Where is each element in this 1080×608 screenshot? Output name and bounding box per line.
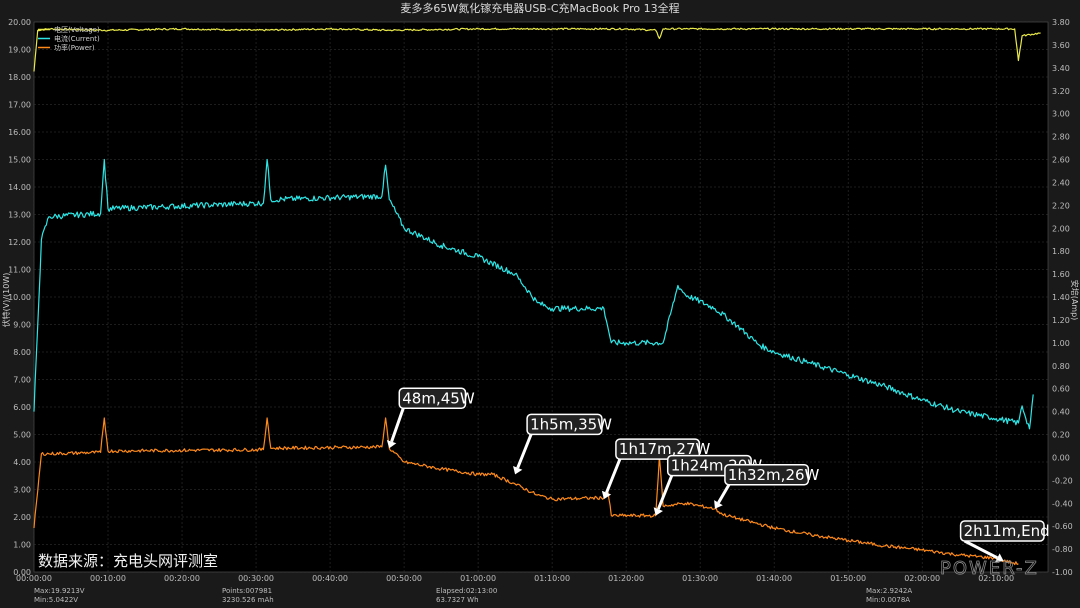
- y-right-tick-label: -0.60: [1052, 522, 1073, 531]
- x-tick-label: 00:10:00: [90, 574, 126, 583]
- y-right-tick-label: -0.20: [1052, 476, 1073, 485]
- stat-current-min: Min:0.0078A: [866, 596, 910, 604]
- y-left-tick-label: 14.00: [8, 183, 31, 192]
- charging-chart: 麦多多65W氮化镓充电器USB-C充MacBook Pro 13全程 0.00 1…: [0, 0, 1080, 608]
- legend-entry: 电流(Current): [54, 34, 100, 43]
- stat-elapsed: Elapsed:02:13:00: [436, 587, 497, 595]
- y-left-tick-label: 19.00: [8, 46, 31, 55]
- y-right-tick-label: 3.00: [1052, 110, 1070, 119]
- x-tick-label: 00:40:00: [312, 574, 348, 583]
- chart-title: 麦多多65W氮化镓充电器USB-C充MacBook Pro 13全程: [400, 1, 679, 15]
- y-right-tick-label: 0.20: [1052, 431, 1070, 440]
- y-right-tick-label: 3.40: [1052, 64, 1070, 73]
- stat-capacity: 3230.526 mAh: [222, 596, 274, 604]
- x-tick-label: 00:50:00: [386, 574, 422, 583]
- annotation-label: 2h11m,End: [964, 522, 1050, 540]
- x-tick-label: 01:10:00: [534, 574, 570, 583]
- stat-current-max: Max:2.9242A: [866, 587, 912, 595]
- legend-entry: 功率(Power): [54, 43, 95, 52]
- y-axis-right-label: 安培(Amp): [1070, 280, 1080, 321]
- y-right-tick-label: 3.80: [1052, 18, 1070, 27]
- stat-energy: 63.7327 Wh: [436, 596, 479, 604]
- x-tick-label: 00:20:00: [164, 574, 200, 583]
- y-left-tick-label: 16.00: [8, 128, 31, 137]
- legend-entry: 电压(Voltage): [54, 25, 100, 34]
- y-right-tick-label: 2.80: [1052, 133, 1070, 142]
- x-tick-label: 01:20:00: [608, 574, 644, 583]
- y-right-tick-label: 0.40: [1052, 408, 1070, 417]
- y-right-tick-label: 2.00: [1052, 224, 1070, 233]
- y-left-tick-label: 15.00: [8, 156, 31, 165]
- x-tick-label: 00:00:00: [16, 574, 52, 583]
- y-right-tick-label: 1.20: [1052, 316, 1070, 325]
- y-left-tick-label: 4.00: [13, 458, 31, 467]
- y-left-tick-label: 12.00: [8, 238, 31, 247]
- x-tick-label: 00:30:00: [238, 574, 274, 583]
- y-right-tick-label: -1.00: [1052, 568, 1073, 577]
- y-left-tick-label: 10.00: [8, 293, 31, 302]
- y-right-tick-label: 3.20: [1052, 87, 1070, 96]
- y-right-tick-label: 1.40: [1052, 293, 1070, 302]
- y-right-tick-label: 1.80: [1052, 247, 1070, 256]
- y-left-tick-label: 13.00: [8, 211, 31, 220]
- stat-voltage-max: Max:19.9213V: [34, 587, 85, 595]
- y-right-tick-label: 3.60: [1052, 41, 1070, 50]
- y-right-tick-label: 2.40: [1052, 178, 1070, 187]
- annotation-label: 1h5m,35W: [530, 415, 612, 433]
- y-right-tick-label: 0.00: [1052, 453, 1070, 462]
- x-tick-label: 01:00:00: [460, 574, 496, 583]
- annotation-label: 1h32m,26W: [728, 466, 820, 484]
- y-right-tick-label: 0.60: [1052, 385, 1070, 394]
- y-left-tick-label: 2.00: [13, 513, 31, 522]
- y-left-tick-label: 8.00: [13, 348, 31, 357]
- x-tick-label: 01:30:00: [682, 574, 718, 583]
- annotation-label: 48m,45W: [402, 389, 475, 407]
- y-left-tick-label: 9.00: [13, 321, 31, 330]
- y-left-tick-label: 20.00: [8, 18, 31, 27]
- y-left-tick-label: 6.00: [13, 403, 31, 412]
- x-tick-label: 01:50:00: [830, 574, 866, 583]
- y-right-tick-label: -0.40: [1052, 499, 1073, 508]
- y-left-tick-label: 11.00: [8, 266, 31, 275]
- y-right-tick-label: 2.60: [1052, 156, 1070, 165]
- y-left-tick-label: 17.00: [8, 101, 31, 110]
- y-axis-left-label: 伏特(V)/(10W): [1, 273, 11, 328]
- y-left-tick-label: 1.00: [13, 541, 31, 550]
- y-left-tick-label: 3.00: [13, 486, 31, 495]
- legend: 电压(Voltage)电流(Current)功率(Power): [38, 25, 100, 52]
- x-tick-label: 01:40:00: [756, 574, 792, 583]
- y-right-tick-label: 2.20: [1052, 201, 1070, 210]
- y-right-tick-label: -0.80: [1052, 545, 1073, 554]
- stat-points: Points:007981: [222, 587, 272, 595]
- y-right-tick-label: 1.00: [1052, 339, 1070, 348]
- x-tick-label: 02:00:00: [904, 574, 940, 583]
- stat-voltage-min: Min:5.0422V: [34, 596, 78, 604]
- y-left-tick-label: 5.00: [13, 431, 31, 440]
- y-left-tick-label: 7.00: [13, 376, 31, 385]
- y-right-tick-label: 0.80: [1052, 362, 1070, 371]
- source-watermark: 数据来源：充电头网评测室: [38, 552, 218, 570]
- brand-logo: POWER-Z: [940, 558, 1039, 579]
- y-right-tick-label: 1.60: [1052, 270, 1070, 279]
- y-left-tick-label: 18.00: [8, 73, 31, 82]
